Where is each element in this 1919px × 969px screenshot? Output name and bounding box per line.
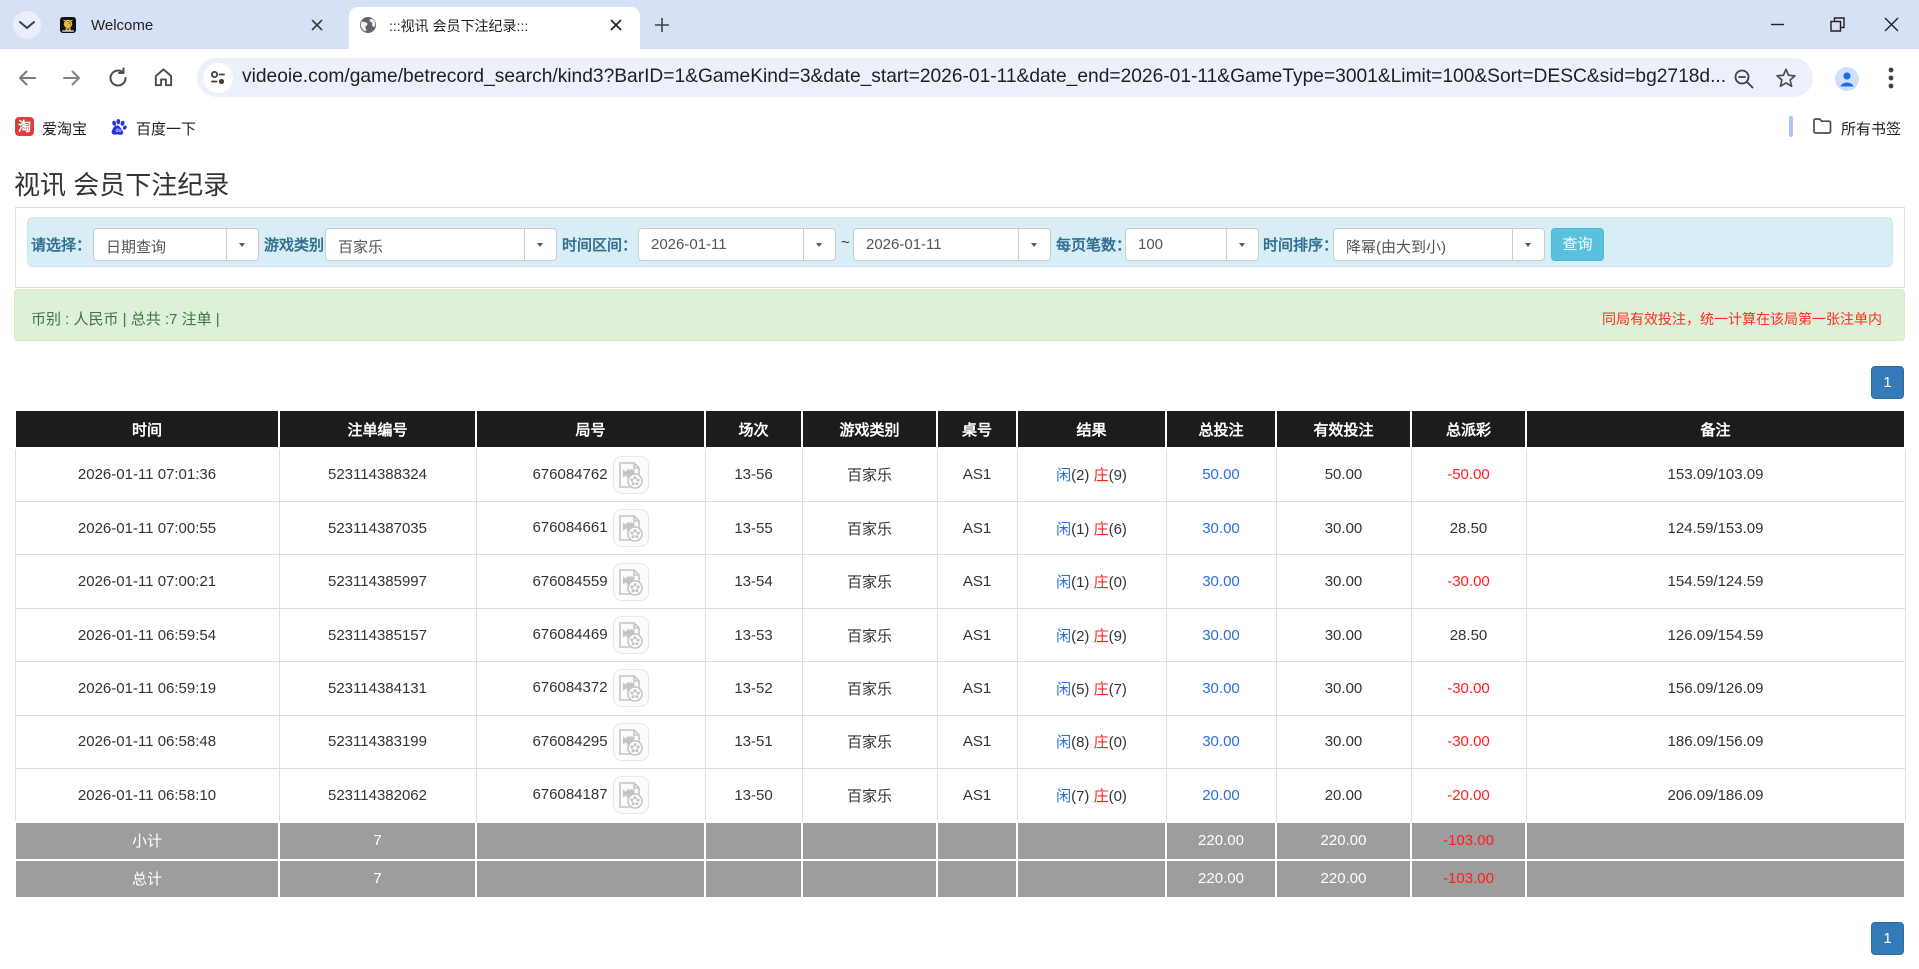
svg-text:du: du bbox=[115, 128, 121, 134]
